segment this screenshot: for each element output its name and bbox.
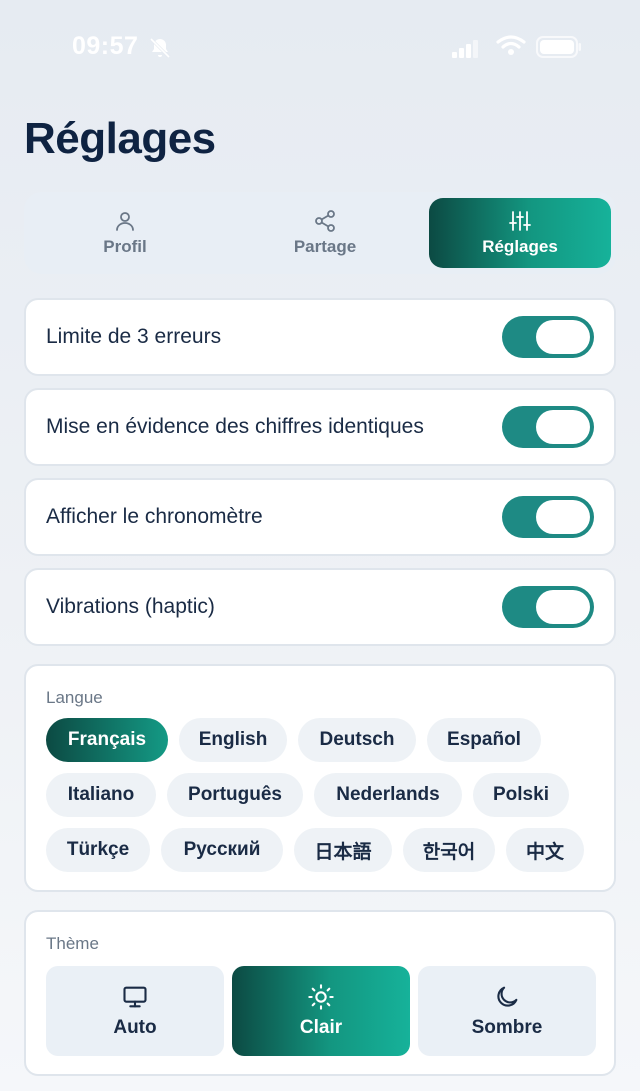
theme-dark-label: Sombre bbox=[471, 1017, 543, 1038]
toggle-knob bbox=[536, 590, 590, 624]
tab-reglages-label: Réglages bbox=[482, 237, 558, 256]
theme-auto-button[interactable]: Auto bbox=[46, 966, 224, 1056]
toggle-knob bbox=[536, 320, 590, 354]
language-label: Langue bbox=[46, 688, 103, 707]
monitor-icon bbox=[123, 986, 147, 1008]
language-chip-turkce[interactable]: Türkçe bbox=[46, 828, 150, 872]
language-chip-russian[interactable]: Русский bbox=[161, 828, 283, 872]
language-chip-espanol[interactable]: Español bbox=[427, 718, 541, 762]
language-chip-japanese[interactable]: 日本語 bbox=[294, 828, 392, 872]
setting-row-haptic: Vibrations (haptic) bbox=[24, 568, 616, 646]
signal-icon bbox=[452, 40, 478, 58]
theme-card: Thème Auto Clair Sombre bbox=[24, 910, 616, 1076]
page-title: Réglages bbox=[24, 114, 216, 163]
tab-profil-label: Profil bbox=[103, 237, 147, 256]
error-limit-toggle[interactable] bbox=[502, 316, 594, 358]
user-icon bbox=[116, 212, 134, 231]
tab-partage-label: Partage bbox=[293, 237, 357, 256]
setting-label: Afficher le chronomètre bbox=[46, 505, 263, 528]
language-chip-polski[interactable]: Polski bbox=[473, 773, 569, 817]
highlight-toggle[interactable] bbox=[502, 406, 594, 448]
language-card: Langue Français English Deutsch Español … bbox=[24, 664, 616, 892]
moon-icon bbox=[497, 986, 518, 1007]
battery-icon bbox=[536, 36, 581, 58]
setting-row-timer: Afficher le chronomètre bbox=[24, 478, 616, 556]
wifi-icon bbox=[496, 35, 526, 55]
language-chip-francais[interactable]: Français bbox=[46, 718, 168, 762]
bell-muted-icon bbox=[149, 37, 171, 59]
language-chip-deutsch[interactable]: Deutsch bbox=[298, 718, 416, 762]
language-chip-nederlands[interactable]: Nederlands bbox=[314, 773, 462, 817]
setting-label: Vibrations (haptic) bbox=[46, 595, 215, 618]
share-icon bbox=[315, 210, 335, 232]
language-chip-english[interactable]: English bbox=[179, 718, 287, 762]
language-chip-korean[interactable]: 한국어 bbox=[403, 828, 495, 872]
toggle-knob bbox=[536, 500, 590, 534]
setting-label: Limite de 3 erreurs bbox=[46, 325, 222, 348]
setting-row-error-limit: Limite de 3 erreurs bbox=[24, 298, 616, 376]
sun-icon bbox=[308, 984, 334, 1010]
language-chip-chinese[interactable]: 中文 bbox=[506, 828, 584, 872]
tab-partage[interactable]: Partage bbox=[234, 198, 416, 268]
timer-toggle[interactable] bbox=[502, 496, 594, 538]
language-chip-portugues[interactable]: Português bbox=[167, 773, 303, 817]
status-bar: 09:57 bbox=[0, 0, 640, 96]
status-time: 09:57 bbox=[72, 32, 139, 60]
theme-auto-label: Auto bbox=[113, 1017, 157, 1038]
haptic-toggle[interactable] bbox=[502, 586, 594, 628]
theme-dark-button[interactable]: Sombre bbox=[418, 966, 596, 1056]
theme-label: Thème bbox=[46, 934, 99, 953]
toggle-knob bbox=[536, 410, 590, 444]
tab-bar: Profil Partage Réglages bbox=[24, 192, 616, 274]
language-chip-italiano[interactable]: Italiano bbox=[46, 773, 156, 817]
tab-reglages[interactable]: Réglages bbox=[429, 198, 611, 268]
setting-row-highlight: Mise en évidence des chiffres identiques bbox=[24, 388, 616, 466]
tab-profil[interactable]: Profil bbox=[34, 198, 216, 268]
sliders-icon bbox=[509, 211, 531, 231]
setting-label: Mise en évidence des chiffres identiques bbox=[46, 415, 424, 438]
theme-light-button[interactable]: Clair bbox=[232, 966, 410, 1056]
theme-light-label: Clair bbox=[299, 1017, 343, 1038]
